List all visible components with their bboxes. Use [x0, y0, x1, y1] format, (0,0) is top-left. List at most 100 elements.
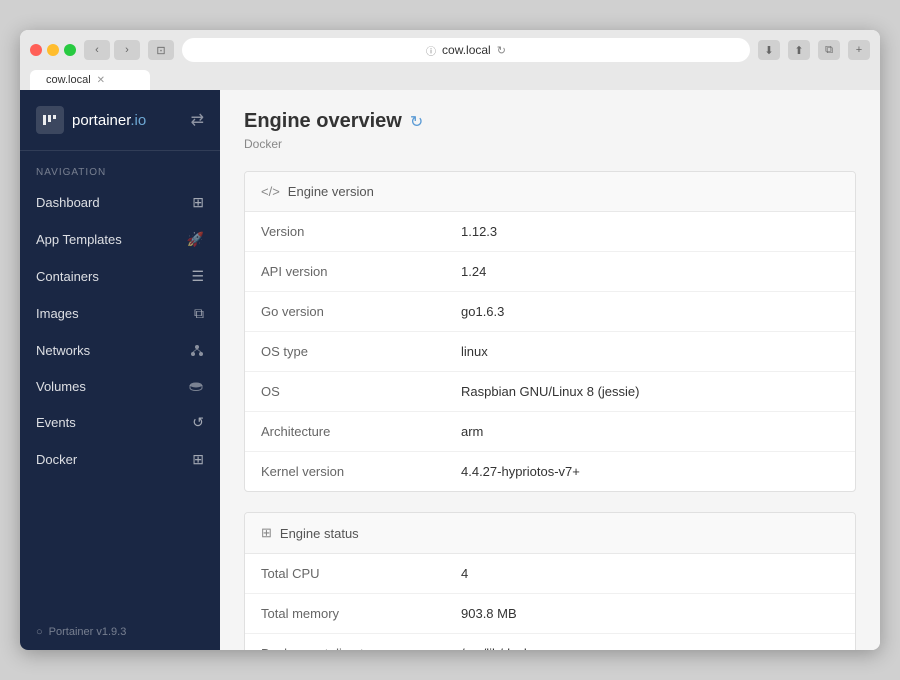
new-tab-icon[interactable]: ⧉	[818, 40, 840, 60]
row-value: 1.24	[445, 252, 855, 292]
app-templates-label: App Templates	[36, 232, 122, 247]
nav-section-label: NAVIGATION	[20, 151, 220, 184]
row-value: 4.4.27-hypriotos-v7+	[445, 452, 855, 492]
main-content: Engine overview ↻ Docker </> Engine vers…	[220, 90, 880, 650]
back-button[interactable]: ‹	[84, 40, 110, 60]
sidebar-item-events[interactable]: Events ↺	[20, 404, 220, 441]
row-value: 4	[445, 554, 855, 594]
tab-close-icon[interactable]: ✕	[97, 75, 105, 86]
row-label: OS	[245, 372, 445, 412]
add-tab-button[interactable]: +	[848, 40, 870, 60]
row-value: arm	[445, 412, 855, 452]
sidebar-item-containers[interactable]: Containers ☰	[20, 258, 220, 295]
row-label: Total CPU	[245, 554, 445, 594]
sidebar-logo: portainer.io ⇄	[20, 90, 220, 151]
table-row: OS typelinux	[245, 332, 855, 372]
table-row: API version1.24	[245, 252, 855, 292]
refresh-icon[interactable]: ↻	[410, 112, 423, 132]
logo-text: portainer.io	[72, 112, 146, 129]
volumes-icon	[188, 378, 204, 394]
engine-status-card: ⊞ Engine status Total CPU4Total memory90…	[244, 512, 856, 650]
page-subtitle: Docker	[244, 137, 856, 151]
row-label: Kernel version	[245, 452, 445, 492]
row-label: Architecture	[245, 412, 445, 452]
events-label: Events	[36, 415, 76, 430]
page-title: Engine overview	[244, 110, 402, 133]
table-row: Docker root directory/var/lib/docker	[245, 634, 855, 651]
forward-button[interactable]: ›	[114, 40, 140, 60]
dashboard-label: Dashboard	[36, 195, 100, 210]
row-value: linux	[445, 332, 855, 372]
share-icon[interactable]: ⬆	[788, 40, 810, 60]
engine-status-table: Total CPU4Total memory903.8 MBDocker roo…	[245, 554, 855, 650]
sidebar: portainer.io ⇄ NAVIGATION Dashboard ⊞ Ap…	[20, 90, 220, 650]
sidebar-item-app-templates[interactable]: App Templates 🚀	[20, 221, 220, 258]
nav-buttons: ‹ ›	[84, 40, 140, 60]
active-tab[interactable]: cow.local ✕	[30, 70, 150, 90]
engine-status-title: Engine status	[280, 526, 359, 541]
sidebar-item-docker[interactable]: Docker ⊞	[20, 441, 220, 478]
window-layout-button[interactable]: ⊡	[148, 40, 174, 60]
row-label: Total memory	[245, 594, 445, 634]
table-row: Total memory903.8 MB	[245, 594, 855, 634]
row-value: Raspbian GNU/Linux 8 (jessie)	[445, 372, 855, 412]
docker-icon: ⊞	[192, 451, 204, 468]
row-label: Version	[245, 212, 445, 252]
version-text: Portainer v1.9.3	[49, 626, 127, 638]
switch-icon[interactable]: ⇄	[191, 110, 204, 130]
row-value: /var/lib/docker	[445, 634, 855, 651]
sidebar-item-images[interactable]: Images ⧉	[20, 295, 220, 332]
row-label: Go version	[245, 292, 445, 332]
maximize-button[interactable]	[64, 44, 76, 56]
containers-icon: ☰	[191, 268, 204, 285]
info-icon: ⓘ	[426, 43, 436, 58]
engine-version-title: Engine version	[288, 184, 374, 199]
events-icon: ↺	[192, 414, 204, 431]
code-icon: </>	[261, 184, 280, 199]
docker-label: Docker	[36, 452, 77, 467]
engine-version-table: Version1.12.3API version1.24Go versiongo…	[245, 212, 855, 491]
volumes-label: Volumes	[36, 379, 86, 394]
traffic-lights	[30, 44, 76, 56]
images-icon: ⧉	[194, 305, 204, 322]
table-row: Architecturearm	[245, 412, 855, 452]
sidebar-item-networks[interactable]: Networks	[20, 332, 220, 368]
grid-icon: ⊞	[261, 525, 272, 541]
row-label: API version	[245, 252, 445, 292]
engine-version-header: </> Engine version	[245, 172, 855, 212]
refresh-browser-icon[interactable]: ↻	[497, 44, 506, 57]
table-row: Version1.12.3	[245, 212, 855, 252]
table-row: Kernel version4.4.27-hypriotos-v7+	[245, 452, 855, 492]
app-templates-icon: 🚀	[187, 231, 204, 248]
table-row: OSRaspbian GNU/Linux 8 (jessie)	[245, 372, 855, 412]
row-value: go1.6.3	[445, 292, 855, 332]
page-header: Engine overview ↻	[244, 110, 856, 133]
logo-icon	[36, 106, 64, 134]
table-row: Go versiongo1.6.3	[245, 292, 855, 332]
close-button[interactable]	[30, 44, 42, 56]
engine-version-card: </> Engine version Version1.12.3API vers…	[244, 171, 856, 492]
networks-label: Networks	[36, 343, 90, 358]
address-bar-row: ⓘ cow.local ↻	[182, 38, 750, 62]
engine-status-header: ⊞ Engine status	[245, 513, 855, 554]
containers-label: Containers	[36, 269, 99, 284]
portainer-footer-icon: ○	[36, 626, 43, 638]
row-label: Docker root directory	[245, 634, 445, 651]
dashboard-icon: ⊞	[192, 194, 204, 211]
row-value: 1.12.3	[445, 212, 855, 252]
images-label: Images	[36, 306, 79, 321]
sidebar-item-dashboard[interactable]: Dashboard ⊞	[20, 184, 220, 221]
sidebar-footer: ○ Portainer v1.9.3	[20, 614, 220, 650]
row-label: OS type	[245, 332, 445, 372]
logo-domain: .io	[130, 112, 146, 129]
tab-label: cow.local	[46, 74, 91, 86]
table-row: Total CPU4	[245, 554, 855, 594]
app-layout: portainer.io ⇄ NAVIGATION Dashboard ⊞ Ap…	[20, 90, 880, 650]
tab-bar: cow.local ✕	[30, 70, 870, 90]
networks-icon	[190, 342, 204, 358]
sidebar-item-volumes[interactable]: Volumes	[20, 368, 220, 404]
browser-chrome: ‹ › ⊡ ⓘ cow.local ↻ ⬇ ⬆ ⧉ + cow.local ✕	[20, 30, 880, 90]
minimize-button[interactable]	[47, 44, 59, 56]
download-icon[interactable]: ⬇	[758, 40, 780, 60]
address-bar[interactable]: ⓘ cow.local ↻	[182, 38, 750, 62]
